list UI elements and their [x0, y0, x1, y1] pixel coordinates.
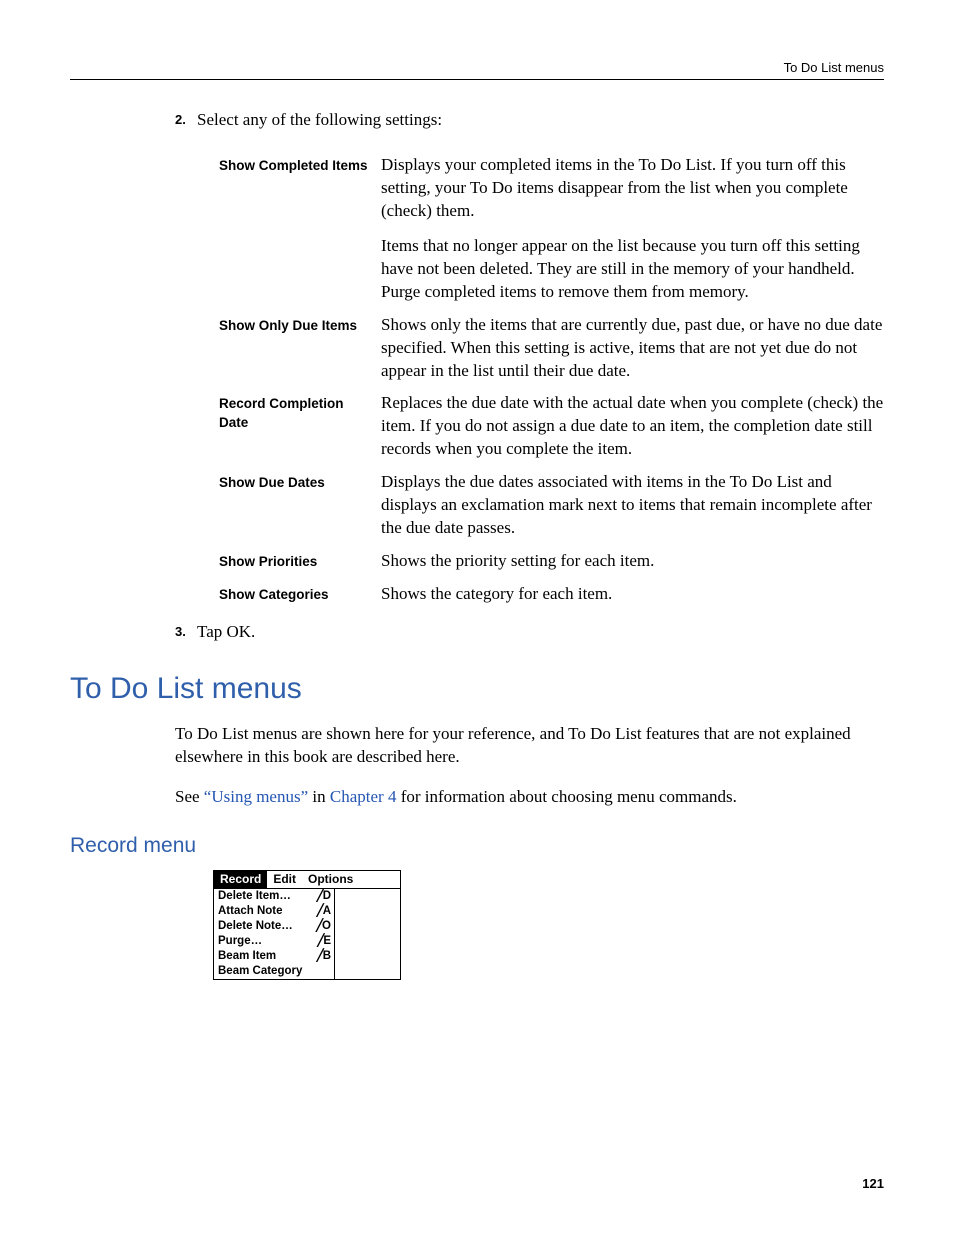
page: To Do List menus 2. Select any of the fo… — [0, 0, 954, 1235]
shortcut: ╱A — [317, 904, 330, 919]
menu-options[interactable]: Options — [302, 871, 359, 888]
setting-label: Show Only Due Items — [213, 310, 375, 389]
menu-item-beam-item[interactable]: Beam Item ╱B — [214, 949, 334, 964]
step-2: 2. Select any of the following settings: — [175, 110, 884, 130]
setting-description: Replaces the due date with the actual da… — [375, 388, 893, 467]
menu-edit[interactable]: Edit — [267, 871, 302, 888]
shortcut: ╱B — [317, 949, 330, 964]
para: Shows the category for each item. — [381, 583, 887, 606]
step-text: Tap OK. — [197, 622, 255, 641]
dropdown-record: Delete Item… ╱D Attach Note ╱A Delete No… — [214, 889, 335, 979]
setting-label: Show Due Dates — [213, 467, 375, 546]
link-chapter-4[interactable]: Chapter 4 — [330, 787, 397, 806]
menu-item-label: Beam Item — [218, 949, 276, 964]
menu-item-purge[interactable]: Purge… ╱E — [214, 934, 334, 949]
setting-label: Show Categories — [213, 579, 375, 612]
setting-description: Displays your completed items in the To … — [375, 150, 893, 310]
menu-item-delete-item[interactable]: Delete Item… ╱D — [214, 889, 334, 904]
text: for information about choosing menu comm… — [396, 787, 736, 806]
para: Shows only the items that are currently … — [381, 314, 887, 383]
menu-record[interactable]: Record — [214, 871, 267, 888]
text: in — [308, 787, 330, 806]
setting-label: Show Completed Items — [213, 150, 375, 310]
link-using-menus[interactable]: “Using menus” — [204, 787, 308, 806]
text: See — [175, 787, 204, 806]
setting-description: Shows the category for each item. — [375, 579, 893, 612]
menu-item-label: Purge… — [218, 934, 262, 949]
para: Shows the priority setting for each item… — [381, 550, 887, 573]
menu-item-attach-note[interactable]: Attach Note ╱A — [214, 904, 334, 919]
shortcut: ╱O — [316, 919, 330, 934]
table-row: Show Due Dates Displays the due dates as… — [213, 467, 893, 546]
subsection-heading: Record menu — [70, 834, 884, 858]
body-paragraph: See “Using menus” in Chapter 4 for infor… — [175, 786, 890, 809]
menu-item-beam-category[interactable]: Beam Category — [214, 964, 334, 979]
section-heading: To Do List menus — [70, 672, 884, 706]
table-row: Show Categories Shows the category for e… — [213, 579, 893, 612]
setting-label: Record Completion Date — [213, 388, 375, 467]
table-row: Record Completion Date Replaces the due … — [213, 388, 893, 467]
body-paragraph: To Do List menus are shown here for your… — [175, 723, 890, 769]
para: Replaces the due date with the actual da… — [381, 392, 887, 461]
page-number: 121 — [862, 1176, 884, 1191]
setting-description: Shows the priority setting for each item… — [375, 546, 893, 579]
para: Displays your completed items in the To … — [381, 154, 887, 223]
setting-label: Show Priorities — [213, 546, 375, 579]
running-header: To Do List menus — [70, 60, 884, 79]
para: Displays the due dates associated with i… — [381, 471, 887, 540]
step-text: Select any of the following settings: — [197, 110, 442, 129]
menu-bar: Record Edit Options — [214, 871, 400, 889]
header-rule — [70, 79, 884, 80]
step-number: 2. — [175, 112, 193, 127]
setting-description: Shows only the items that are currently … — [375, 310, 893, 389]
para: Items that no longer appear on the list … — [381, 235, 887, 304]
menu-screenshot: Record Edit Options Delete Item… ╱D Atta… — [213, 870, 401, 980]
shortcut: ╱E — [317, 934, 330, 949]
menu-item-delete-note[interactable]: Delete Note… ╱O — [214, 919, 334, 934]
menu-item-label: Attach Note — [218, 904, 283, 919]
table-row: Show Only Due Items Shows only the items… — [213, 310, 893, 389]
step-number: 3. — [175, 624, 193, 639]
settings-table: Show Completed Items Displays your compl… — [213, 150, 893, 612]
setting-description: Displays the due dates associated with i… — [375, 467, 893, 546]
step-3: 3. Tap OK. — [175, 622, 884, 642]
menu-item-label: Beam Category — [218, 964, 302, 979]
table-row: Show Completed Items Displays your compl… — [213, 150, 893, 310]
menu-item-label: Delete Note… — [218, 919, 293, 934]
table-row: Show Priorities Shows the priority setti… — [213, 546, 893, 579]
shortcut: ╱D — [317, 889, 330, 904]
menu-item-label: Delete Item… — [218, 889, 291, 904]
